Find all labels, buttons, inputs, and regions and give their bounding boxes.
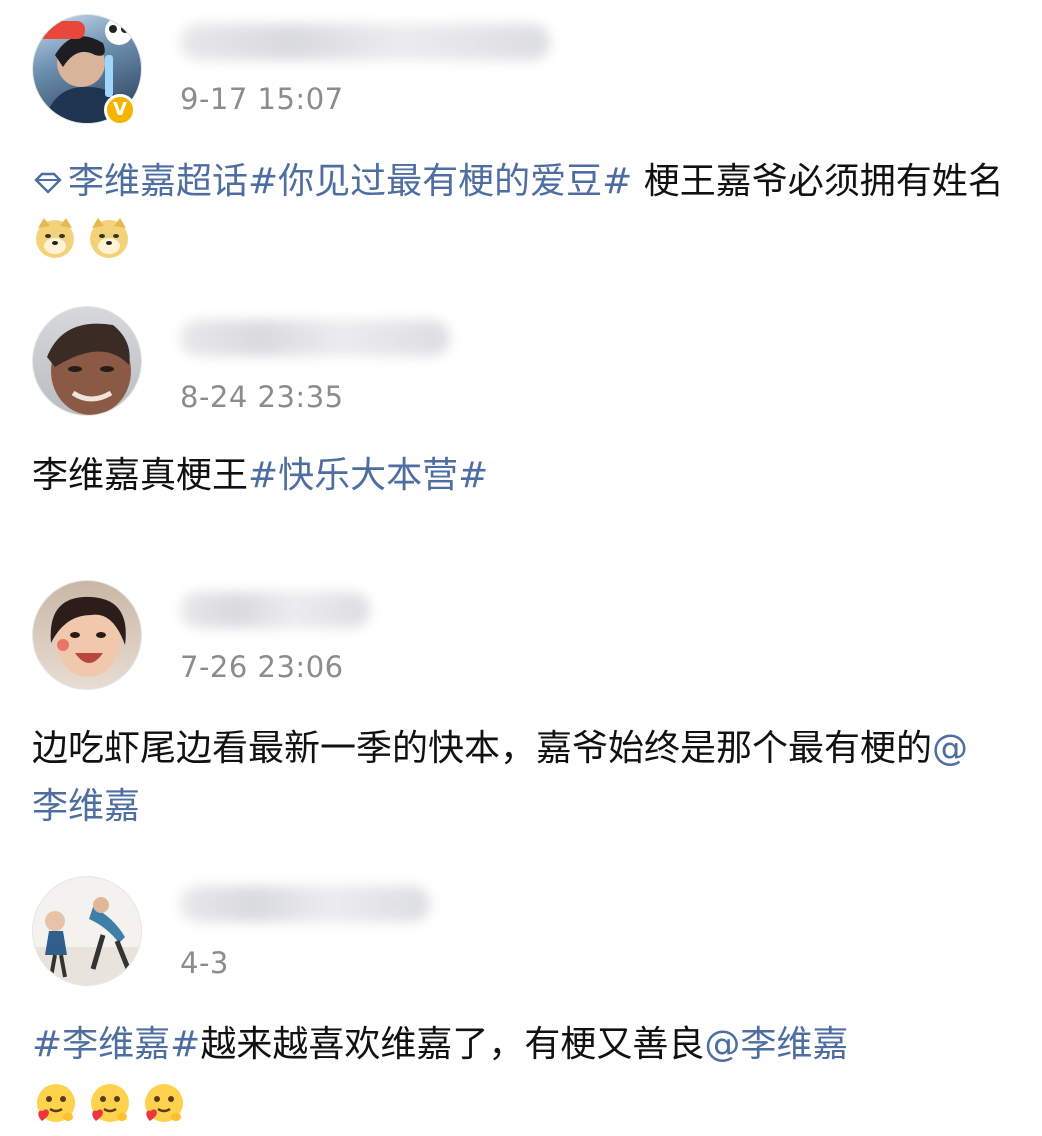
- post-text: #李维嘉#越来越喜欢维嘉了，有梗又善良@李维嘉: [32, 1016, 1006, 1136]
- username-blurred[interactable]: [180, 320, 450, 356]
- hashtag-link[interactable]: #快乐大本营#: [248, 455, 488, 496]
- hashtag-link[interactable]: #李维嘉#: [32, 1024, 200, 1065]
- post-body: 越来越喜欢维嘉了，有梗又善良: [200, 1024, 705, 1065]
- username-blurred[interactable]: [180, 24, 550, 60]
- timestamp: 7-26 23:06: [180, 650, 344, 684]
- heart-hug-emoji-icon: [37, 1084, 75, 1122]
- post-1: V 9-17 15:07 李维嘉超话#你见过最有梗的爱豆# 梗王嘉爷必须拥有姓名: [0, 0, 1042, 280]
- super-topic-link[interactable]: 李维嘉超话: [32, 161, 248, 202]
- avatar[interactable]: [32, 306, 142, 416]
- emoji-row: [32, 1078, 1006, 1136]
- post-body: 梗王嘉爷必须拥有姓名: [632, 161, 1004, 202]
- super-topic-label: 李维嘉超话: [68, 161, 249, 202]
- verified-badge-icon: V: [104, 94, 136, 126]
- post-body: 李维嘉真梗王: [32, 455, 249, 496]
- post-text: 李维嘉超话#你见过最有梗的爱豆# 梗王嘉爷必须拥有姓名: [32, 153, 1006, 269]
- avatar[interactable]: [32, 580, 142, 690]
- post-text: 边吃虾尾边看最新一季的快本，嘉爷始终是那个最有梗的@李维嘉: [32, 720, 994, 836]
- post-4: 4-3 #李维嘉#越来越喜欢维嘉了，有梗又善良@李维嘉: [0, 870, 1042, 1134]
- heart-hug-emoji-icon: [91, 1084, 129, 1122]
- heart-hug-emoji-icon: [145, 1084, 183, 1122]
- timestamp: 9-17 15:07: [180, 82, 344, 116]
- post-2: 8-24 23:35 李维嘉真梗王#快乐大本营#: [0, 300, 1042, 530]
- avatar[interactable]: [32, 876, 142, 986]
- doge-emoji-icon: [90, 218, 128, 258]
- mention-link[interactable]: @李维嘉: [704, 1024, 848, 1065]
- doge-emoji-icon: [36, 218, 74, 258]
- timestamp: 4-3: [180, 946, 229, 980]
- avatar-photo: [50, 596, 126, 677]
- post-3: 7-26 23:06 边吃虾尾边看最新一季的快本，嘉爷始终是那个最有梗的@李维嘉: [0, 578, 1042, 858]
- post-body: 边吃虾尾边看最新一季的快本，嘉爷始终是那个最有梗的: [32, 728, 933, 769]
- avatar-photo: [47, 323, 131, 415]
- post-text: 李维嘉真梗王#快乐大本营#: [32, 447, 1006, 505]
- username-blurred[interactable]: [180, 886, 430, 922]
- diamond-icon: [34, 172, 62, 194]
- avatar-photo: [33, 897, 141, 985]
- timestamp: 8-24 23:35: [180, 380, 344, 414]
- hashtag-link[interactable]: #你见过最有梗的爱豆#: [248, 161, 632, 202]
- username-blurred[interactable]: [180, 592, 370, 628]
